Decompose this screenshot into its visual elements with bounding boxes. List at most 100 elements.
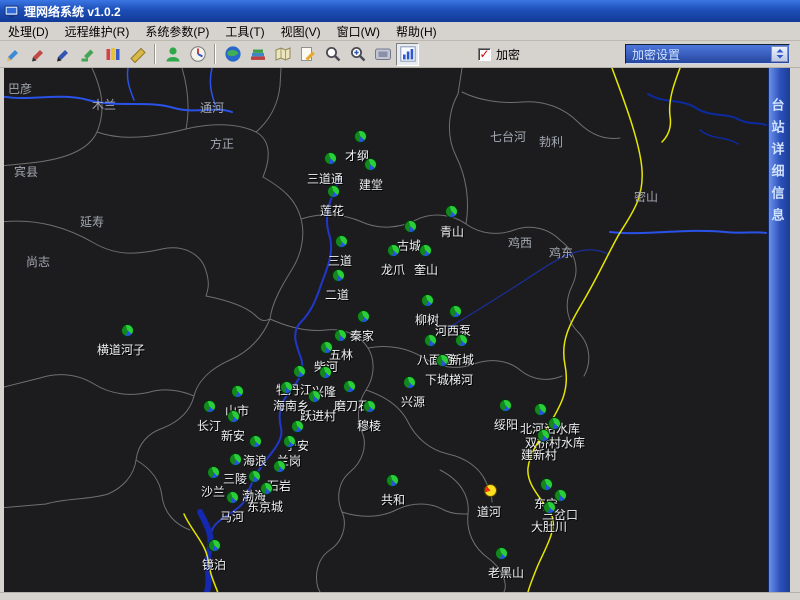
station-marker-pie[interactable] [249,435,262,448]
region-label: 通河 [200,99,224,116]
river-line [127,68,134,100]
station-marker-pie[interactable] [227,410,240,423]
station-marker-pie[interactable] [203,400,216,413]
compass-clock-icon[interactable] [186,43,209,66]
search-icon[interactable] [321,43,344,66]
station-marker-pie[interactable] [484,484,497,497]
station-marker-pie[interactable] [363,400,376,413]
station-marker-pie[interactable] [280,381,293,394]
river-line [4,96,232,112]
county-boundary-line [256,68,281,132]
station-label: 共和 [381,491,405,508]
station-marker-pie[interactable] [386,474,399,487]
station-marker-pie[interactable] [231,385,244,398]
station-marker-pie[interactable] [208,539,221,552]
menu-item-6[interactable]: 帮助(H) [388,22,445,41]
station-marker-pie[interactable] [207,466,220,479]
brush-icon[interactable] [26,43,49,66]
pencil-icon[interactable] [1,43,24,66]
station-marker-pie[interactable] [499,399,512,412]
station-label: 下城梯河 [425,371,473,388]
menu-item-3[interactable]: 工具(T) [217,22,272,41]
map-sheet-icon[interactable] [271,43,294,66]
station-marker-pie[interactable] [334,329,347,342]
menu-item-1[interactable]: 远程维护(R) [57,22,138,41]
station-marker-pie[interactable] [283,435,296,448]
station-marker-pie[interactable] [273,460,286,473]
station-marker-pie[interactable] [121,324,134,337]
station-label: 秦家 [350,327,374,344]
station-marker-pie[interactable] [327,185,340,198]
station-marker-pie[interactable] [495,547,508,560]
highlighter-icon[interactable] [76,43,99,66]
edit-note-icon[interactable] [296,43,319,66]
chart-icon[interactable] [396,43,419,66]
station-marker-pie[interactable] [537,429,550,442]
station-label: 建堂 [359,176,383,193]
station-label: 新城 [450,351,474,368]
station-marker-pie[interactable] [548,417,561,430]
station-marker-pie[interactable] [455,334,468,347]
encrypt-checkbox[interactable]: ✓ [478,48,491,61]
station-marker-pie[interactable] [424,334,437,347]
globe-icon[interactable] [221,43,244,66]
station-marker-pie[interactable] [419,244,432,257]
station-marker-pie[interactable] [421,294,434,307]
station-label: 青山 [440,223,464,240]
station-marker-pie[interactable] [308,390,321,403]
station-label: 横道河子 [97,341,145,358]
station-marker-pie[interactable] [260,482,273,495]
menu-item-0[interactable]: 处理(D) [0,22,57,41]
station-marker-pie[interactable] [554,489,567,502]
snapshot-icon[interactable] [371,43,394,66]
station-detail-panel-tab[interactable]: 台站详细信息 [768,68,790,592]
checkmark-icon: ✓ [479,48,489,60]
station-label: 三陵 [223,470,247,487]
station-marker-pie[interactable] [343,380,356,393]
crayons-icon[interactable] [101,43,124,66]
region-label: 密山 [634,188,658,205]
station-marker-pie[interactable] [445,205,458,218]
station-label: 兴源 [401,393,425,410]
station-marker-pie[interactable] [293,365,306,378]
station-marker-pie[interactable] [403,376,416,389]
station-marker-pie[interactable] [364,158,377,171]
station-marker-pie[interactable] [404,220,417,233]
station-marker-pie[interactable] [248,470,261,483]
encrypt-settings-combobox[interactable]: 加密设置 [625,44,790,64]
region-label: 鸡东 [549,244,573,261]
station-marker-pie[interactable] [543,501,556,514]
station-marker-pie[interactable] [291,420,304,433]
map-view[interactable]: 巴彦木兰通河方正宾县延寿尚志七台河勃利密山鸡西鸡东三道通才纲建堂莲花青山古城三道… [4,68,768,592]
station-marker-pie[interactable] [324,152,337,165]
zoom-in-icon[interactable] [346,43,369,66]
user-icon[interactable] [161,43,184,66]
station-marker-pie[interactable] [357,310,370,323]
station-marker-pie[interactable] [229,453,242,466]
station-marker-pie[interactable] [540,478,553,491]
county-boundary-line [462,92,620,138]
pen-icon[interactable] [51,43,74,66]
station-marker-pie[interactable] [335,235,348,248]
station-marker-pie[interactable] [449,305,462,318]
station-marker-pie[interactable] [436,354,449,367]
station-marker-pie[interactable] [387,244,400,257]
station-marker-pie[interactable] [354,130,367,143]
station-marker-pie[interactable] [534,403,547,416]
station-marker-pie[interactable] [320,341,333,354]
station-label: 穆棱 [357,417,381,434]
toolbar-separator [214,44,216,64]
books-icon[interactable] [246,43,269,66]
menu-item-5[interactable]: 窗口(W) [329,22,388,41]
station-label: 镜泊 [202,556,226,573]
window-border-left [0,68,4,592]
station-marker-pie[interactable] [332,269,345,282]
combobox-spin-button[interactable] [771,46,788,62]
ruler-icon[interactable] [126,43,149,66]
menu-item-2[interactable]: 系统参数(P) [137,22,217,41]
station-marker-pie[interactable] [226,491,239,504]
menu-item-4[interactable]: 视图(V) [273,22,329,41]
encrypt-option: ✓ 加密 [478,46,520,63]
station-label: 东京城 [247,498,283,515]
station-marker-pie[interactable] [319,366,332,379]
